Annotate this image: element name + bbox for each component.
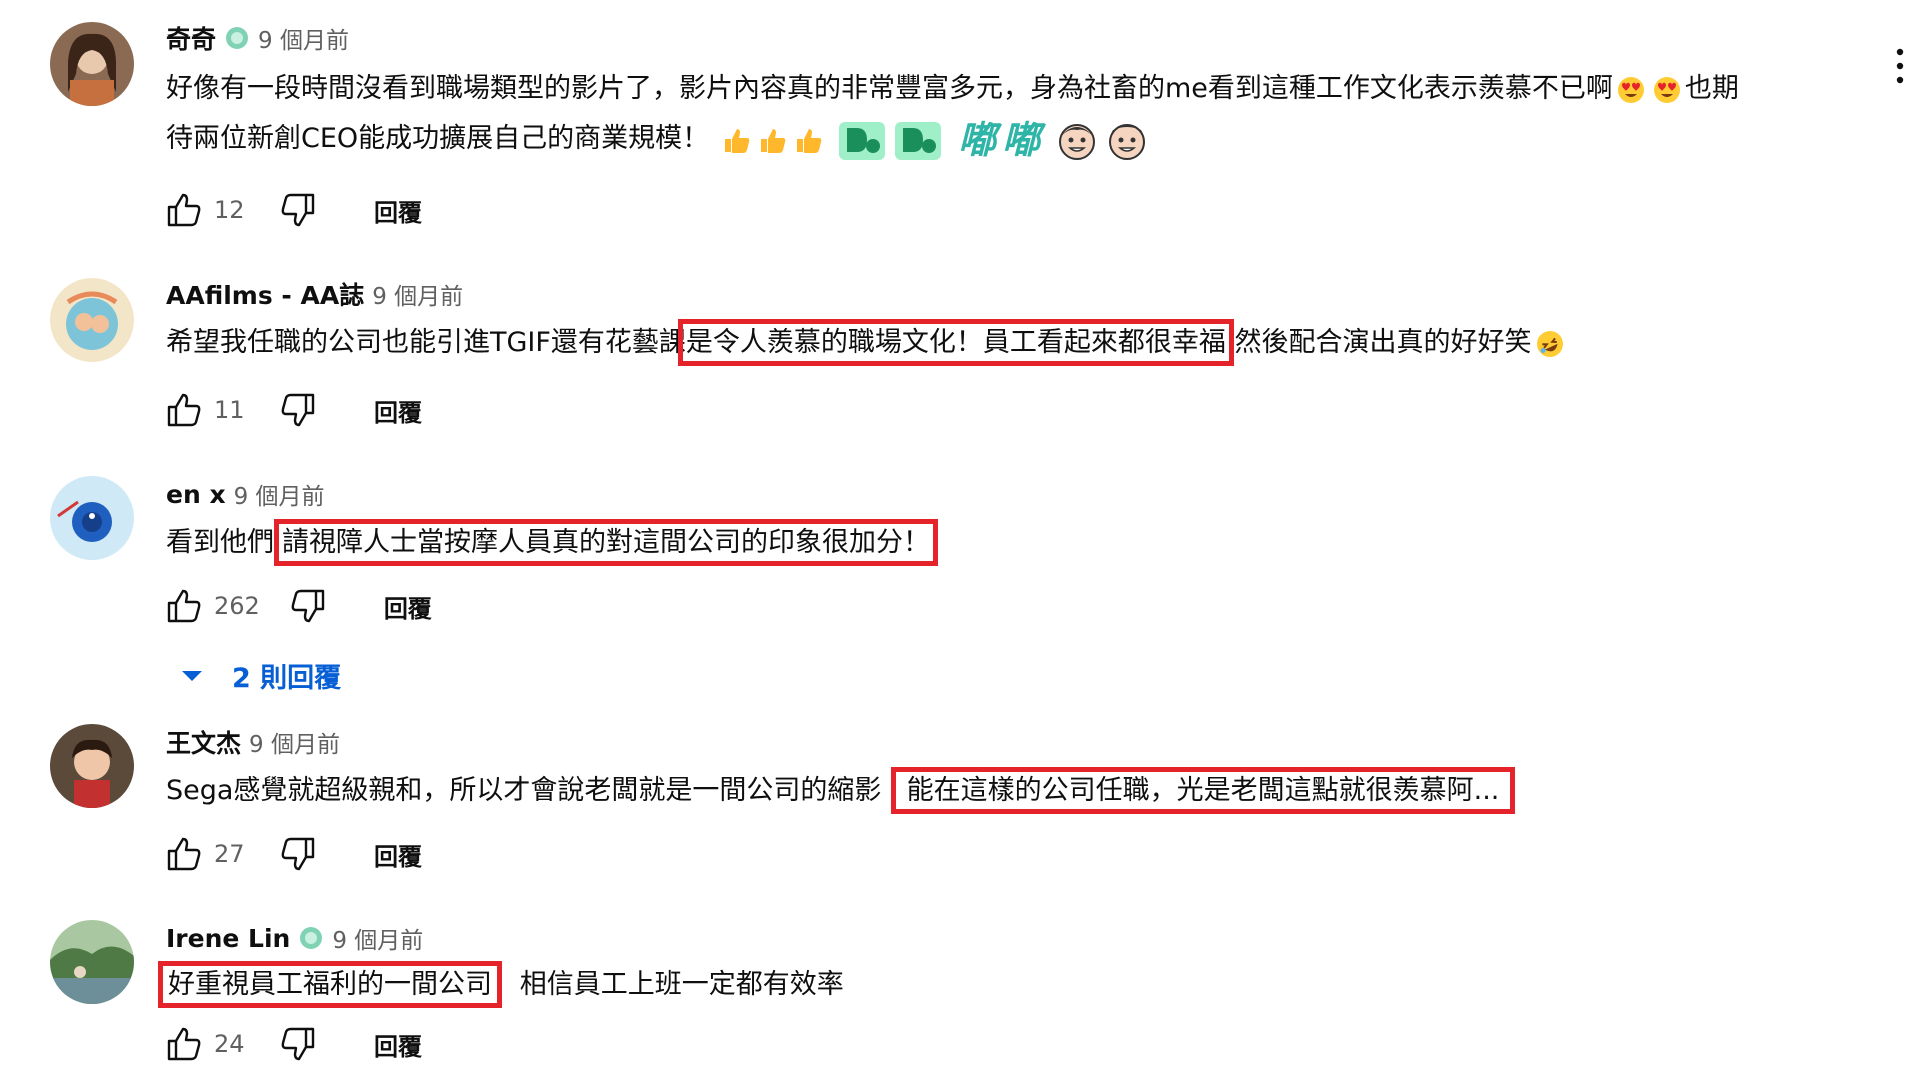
more-vert-icon[interactable] xyxy=(1890,42,1910,90)
heart-eyes-emoji xyxy=(1652,75,1682,105)
comment-text-segment: 好像有一段時間沒看到職場類型的影片了，影片內容真的非常豐富多元，身為社畜的me看… xyxy=(166,73,1613,104)
comment-header: 奇奇 9 個月前 xyxy=(166,20,349,56)
thumbs-up-emoji xyxy=(757,125,787,155)
comment-text: 好重視員工福利的一間公司 相信員工上班一定都有效率 xyxy=(158,960,844,1010)
rolling-laughing-emoji xyxy=(1535,329,1565,359)
chevron-down-icon xyxy=(182,670,202,681)
comment-text-segment: Sega感覺就超級親和，所以才會說老闆就是一間公司的縮影 xyxy=(166,775,882,806)
comment-header: AAfilms - AA誌 9 個月前 xyxy=(166,276,463,312)
comment-text: 好像有一段時間沒看到職場類型的影片了，影片內容真的非常豐富多元，身為社畜的me看… xyxy=(166,64,1739,114)
thumbs-up-emoji xyxy=(793,125,823,155)
comment-text: 待兩位新創CEO能成功擴展自己的商業規模！ 嘟嘟 xyxy=(166,114,1152,165)
like-count: 12 xyxy=(214,196,245,224)
like-count: 11 xyxy=(214,396,245,424)
avatar[interactable] xyxy=(50,920,134,1004)
comment-text: Sega感覺就超級親和，所以才會說老闆就是一間公司的縮影 能在這樣的公司任職，光… xyxy=(166,766,1516,816)
like-count: 24 xyxy=(214,1030,245,1058)
highlighted-text: 好重視員工福利的一間公司 xyxy=(158,961,502,1008)
channel-emoji-ds xyxy=(837,118,887,162)
comment-text-segment: 看到他們 xyxy=(166,527,274,558)
reply-button[interactable]: 回覆 xyxy=(374,837,422,872)
like-icon[interactable] xyxy=(160,386,208,434)
comment-timestamp[interactable]: 9 個月前 xyxy=(258,21,349,55)
comment-timestamp[interactable]: 9 個月前 xyxy=(372,277,463,311)
like-icon[interactable] xyxy=(160,1020,208,1068)
comment-actions: 262 回覆 xyxy=(160,582,432,630)
highlighted-text: 是令人羨慕的職場文化！員工看起來都很幸福 xyxy=(677,319,1234,366)
dislike-icon[interactable] xyxy=(274,386,322,434)
comment-actions: 12 回覆 xyxy=(160,186,422,234)
dislike-icon[interactable] xyxy=(274,830,322,878)
comment-text-segment: 希望我任職的公司也能引進TGIF還有花藝課 xyxy=(166,327,686,358)
comment-text-segment: 相信員工上班一定都有效率 xyxy=(519,969,844,1000)
highlighted-text: 請視障人士當按摩人員真的對這間公司的印象很加分！ xyxy=(274,519,938,566)
comment-header: 王文杰 9 個月前 xyxy=(166,724,340,760)
author-name[interactable]: Irene Lin xyxy=(166,924,290,953)
like-count: 262 xyxy=(214,592,260,620)
face-emoji xyxy=(1055,118,1099,162)
channel-emoji-ds xyxy=(893,118,943,162)
author-name[interactable]: en x xyxy=(166,480,226,509)
like-icon[interactable] xyxy=(160,186,208,234)
comment-header: Irene Lin 9 個月前 xyxy=(166,920,423,956)
member-badge-icon xyxy=(298,925,324,951)
comment-text-segment: 然後配合演出真的好好笑 xyxy=(1234,327,1532,358)
comment-actions: 24 回覆 xyxy=(160,1020,422,1068)
reply-button[interactable]: 回覆 xyxy=(374,193,422,228)
highlighted-text: 能在這樣的公司任職，光是老闆這點就很羨慕阿... xyxy=(890,767,1516,814)
comment-text: 看到他們 請視障人士當按摩人員真的對這間公司的印象很加分！ xyxy=(166,518,938,568)
comment-header: en x 9 個月前 xyxy=(166,476,325,512)
comment-timestamp[interactable]: 9 個月前 xyxy=(332,921,423,955)
author-name[interactable]: AAfilms - AA誌 xyxy=(166,276,364,312)
like-count: 27 xyxy=(214,840,245,868)
like-icon[interactable] xyxy=(160,582,208,630)
member-badge-icon xyxy=(224,25,250,51)
channel-emoji-du: 嘟 xyxy=(1001,117,1040,162)
dislike-icon[interactable] xyxy=(284,582,332,630)
dislike-icon[interactable] xyxy=(274,186,322,234)
author-name[interactable]: 王文杰 xyxy=(166,724,241,760)
channel-emoji-du: 嘟 xyxy=(957,117,996,162)
dislike-icon[interactable] xyxy=(274,1020,322,1068)
replies-count-label: 2 則回覆 xyxy=(232,663,342,694)
comment-actions: 27 回覆 xyxy=(160,830,422,878)
reply-button[interactable]: 回覆 xyxy=(374,393,422,428)
comment-timestamp[interactable]: 9 個月前 xyxy=(249,725,340,759)
avatar[interactable] xyxy=(50,724,134,808)
reply-button[interactable]: 回覆 xyxy=(374,1027,422,1062)
comment-timestamp[interactable]: 9 個月前 xyxy=(234,477,325,511)
face-emoji xyxy=(1105,118,1149,162)
avatar[interactable] xyxy=(50,22,134,106)
heart-eyes-emoji xyxy=(1616,75,1646,105)
thumbs-up-emoji xyxy=(721,125,751,155)
avatar[interactable] xyxy=(50,278,134,362)
author-name[interactable]: 奇奇 xyxy=(166,20,216,56)
view-replies-button[interactable]: 2 則回覆 xyxy=(176,656,341,695)
like-icon[interactable] xyxy=(160,830,208,878)
comment-actions: 11 回覆 xyxy=(160,386,422,434)
reply-button[interactable]: 回覆 xyxy=(384,589,432,624)
comment-text: 希望我任職的公司也能引進TGIF還有花藝課是令人羨慕的職場文化！員工看起來都很幸… xyxy=(166,318,1568,368)
comments-section: 奇奇 9 個月前 好像有一段時間沒看到職場類型的影片了，影片內容真的非常豐富多元… xyxy=(0,0,1920,1080)
avatar[interactable] xyxy=(50,476,134,560)
comment-text-segment: 也期 xyxy=(1684,73,1739,104)
comment-text-segment: 待兩位新創CEO能成功擴展自己的商業規模！ xyxy=(166,123,710,154)
